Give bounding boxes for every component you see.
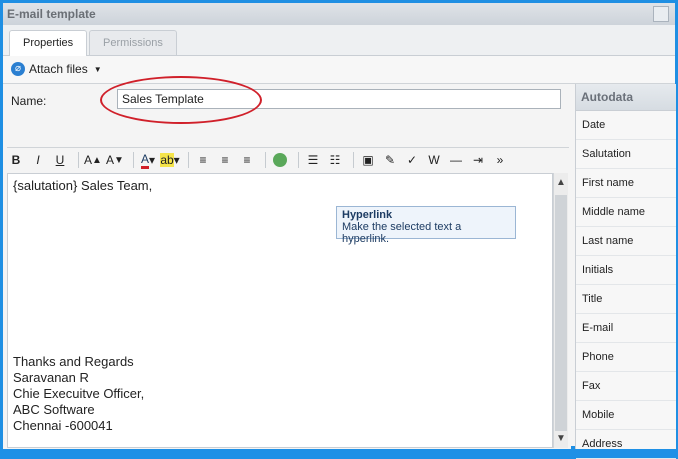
toolbar-divider [188, 152, 189, 168]
chevron-down-icon: ▼ [93, 64, 102, 74]
tooltip-title: Hyperlink [342, 209, 393, 221]
autodata-item[interactable]: Middle name [576, 198, 676, 227]
italic-icon[interactable]: I [29, 151, 47, 169]
toolbar-divider [133, 152, 134, 168]
autodata-header: Autodata [576, 84, 676, 111]
indent-icon[interactable]: ⇥ [469, 151, 487, 169]
bulleted-list-icon[interactable]: ☷ [326, 151, 344, 169]
scroll-up-icon[interactable]: ▲ [556, 177, 566, 188]
editor-line: ABC Software [13, 402, 95, 417]
align-left-icon[interactable]: ≡ [194, 151, 212, 169]
toolbar-divider [265, 152, 266, 168]
editor-line: Thanks and Regards [13, 354, 134, 369]
paint-icon[interactable]: ✎ [381, 151, 399, 169]
spellcheck-icon[interactable]: ✓ [403, 151, 421, 169]
more-icon[interactable]: » [491, 151, 509, 169]
grow-font-icon[interactable]: A ▲ [84, 151, 102, 169]
autodata-item[interactable]: Phone [576, 343, 676, 372]
attach-bar: ⌀ Attach files ▼ [3, 56, 675, 84]
attach-files-label: Attach files [29, 62, 88, 76]
underline-icon[interactable]: U [51, 151, 69, 169]
align-center-icon[interactable]: ≡ [216, 151, 234, 169]
bold-icon[interactable]: B [7, 151, 25, 169]
editor-panel: Name: B I U A▲ A▼ A▾ ab▾ ≡ ≡ ≡ ☰ ☷ ▣ ✎ ✓ [3, 76, 571, 449]
autodata-item[interactable]: Fax [576, 372, 676, 401]
editor-scrollbar[interactable]: ▲ ▼ [553, 173, 568, 448]
editor-line: Saravanan R [13, 370, 89, 385]
toolbar-divider [353, 152, 354, 168]
autodata-item[interactable]: E-mail [576, 314, 676, 343]
editor-line: Chie Execuitve Officer, [13, 386, 145, 401]
toolbar-divider [78, 152, 79, 168]
paperclip-icon: ⌀ [11, 62, 25, 76]
window-title: E-mail template [7, 7, 96, 21]
tooltip-text: Make the selected text a hyperlink. [342, 221, 462, 245]
scroll-down-icon[interactable]: ▼ [556, 433, 566, 444]
autodata-item[interactable]: Mobile [576, 401, 676, 430]
name-input[interactable] [117, 89, 561, 109]
horizontal-rule-icon[interactable]: — [447, 151, 465, 169]
font-color-icon[interactable]: A ▾ [139, 151, 157, 169]
autodata-panel: Autodata Date Salutation First name Midd… [575, 84, 676, 459]
autodata-item[interactable]: Date [576, 111, 676, 140]
formatting-toolbar: B I U A ▲ A ▼ A ▾ ab ▾ ≡ ≡ ≡ ☰ ☷ ▣ ✎ ✓ W — ⇥… [7, 147, 569, 172]
title-bar: E-mail template [3, 3, 675, 26]
attach-files-button[interactable]: ⌀ Attach files ▼ [11, 62, 102, 76]
autodata-item[interactable]: Initials [576, 256, 676, 285]
numbered-list-icon[interactable]: ☰ [304, 151, 322, 169]
shrink-font-icon[interactable]: A ▼ [106, 151, 124, 169]
name-label: Name: [11, 94, 47, 108]
autodata-item[interactable]: Title [576, 285, 676, 314]
tab-properties[interactable]: Properties [9, 30, 88, 56]
scroll-thumb[interactable] [555, 195, 567, 431]
editor-line: {salutation} Sales Team, [13, 178, 153, 193]
window-control-button[interactable] [653, 6, 669, 22]
insert-image-icon[interactable]: ▣ [359, 151, 377, 169]
highlight-icon[interactable]: ab ▾ [160, 151, 180, 169]
email-template-window: E-mail template Properties Permissions ⌀… [0, 0, 678, 459]
autodata-item[interactable]: Address [576, 430, 676, 459]
word-icon[interactable]: W [425, 151, 443, 169]
tab-permissions[interactable]: Permissions [89, 30, 177, 55]
autodata-item[interactable]: Last name [576, 227, 676, 256]
tab-strip: Properties Permissions [3, 25, 675, 56]
editor-line: Chennai -600041 [13, 418, 113, 433]
hyperlink-icon[interactable] [271, 151, 289, 169]
autodata-item[interactable]: First name [576, 169, 676, 198]
autodata-item[interactable]: Salutation [576, 140, 676, 169]
toolbar-divider [298, 152, 299, 168]
hyperlink-tooltip: Hyperlink Make the selected text a hyper… [336, 206, 516, 245]
align-right-icon[interactable]: ≡ [238, 151, 256, 169]
